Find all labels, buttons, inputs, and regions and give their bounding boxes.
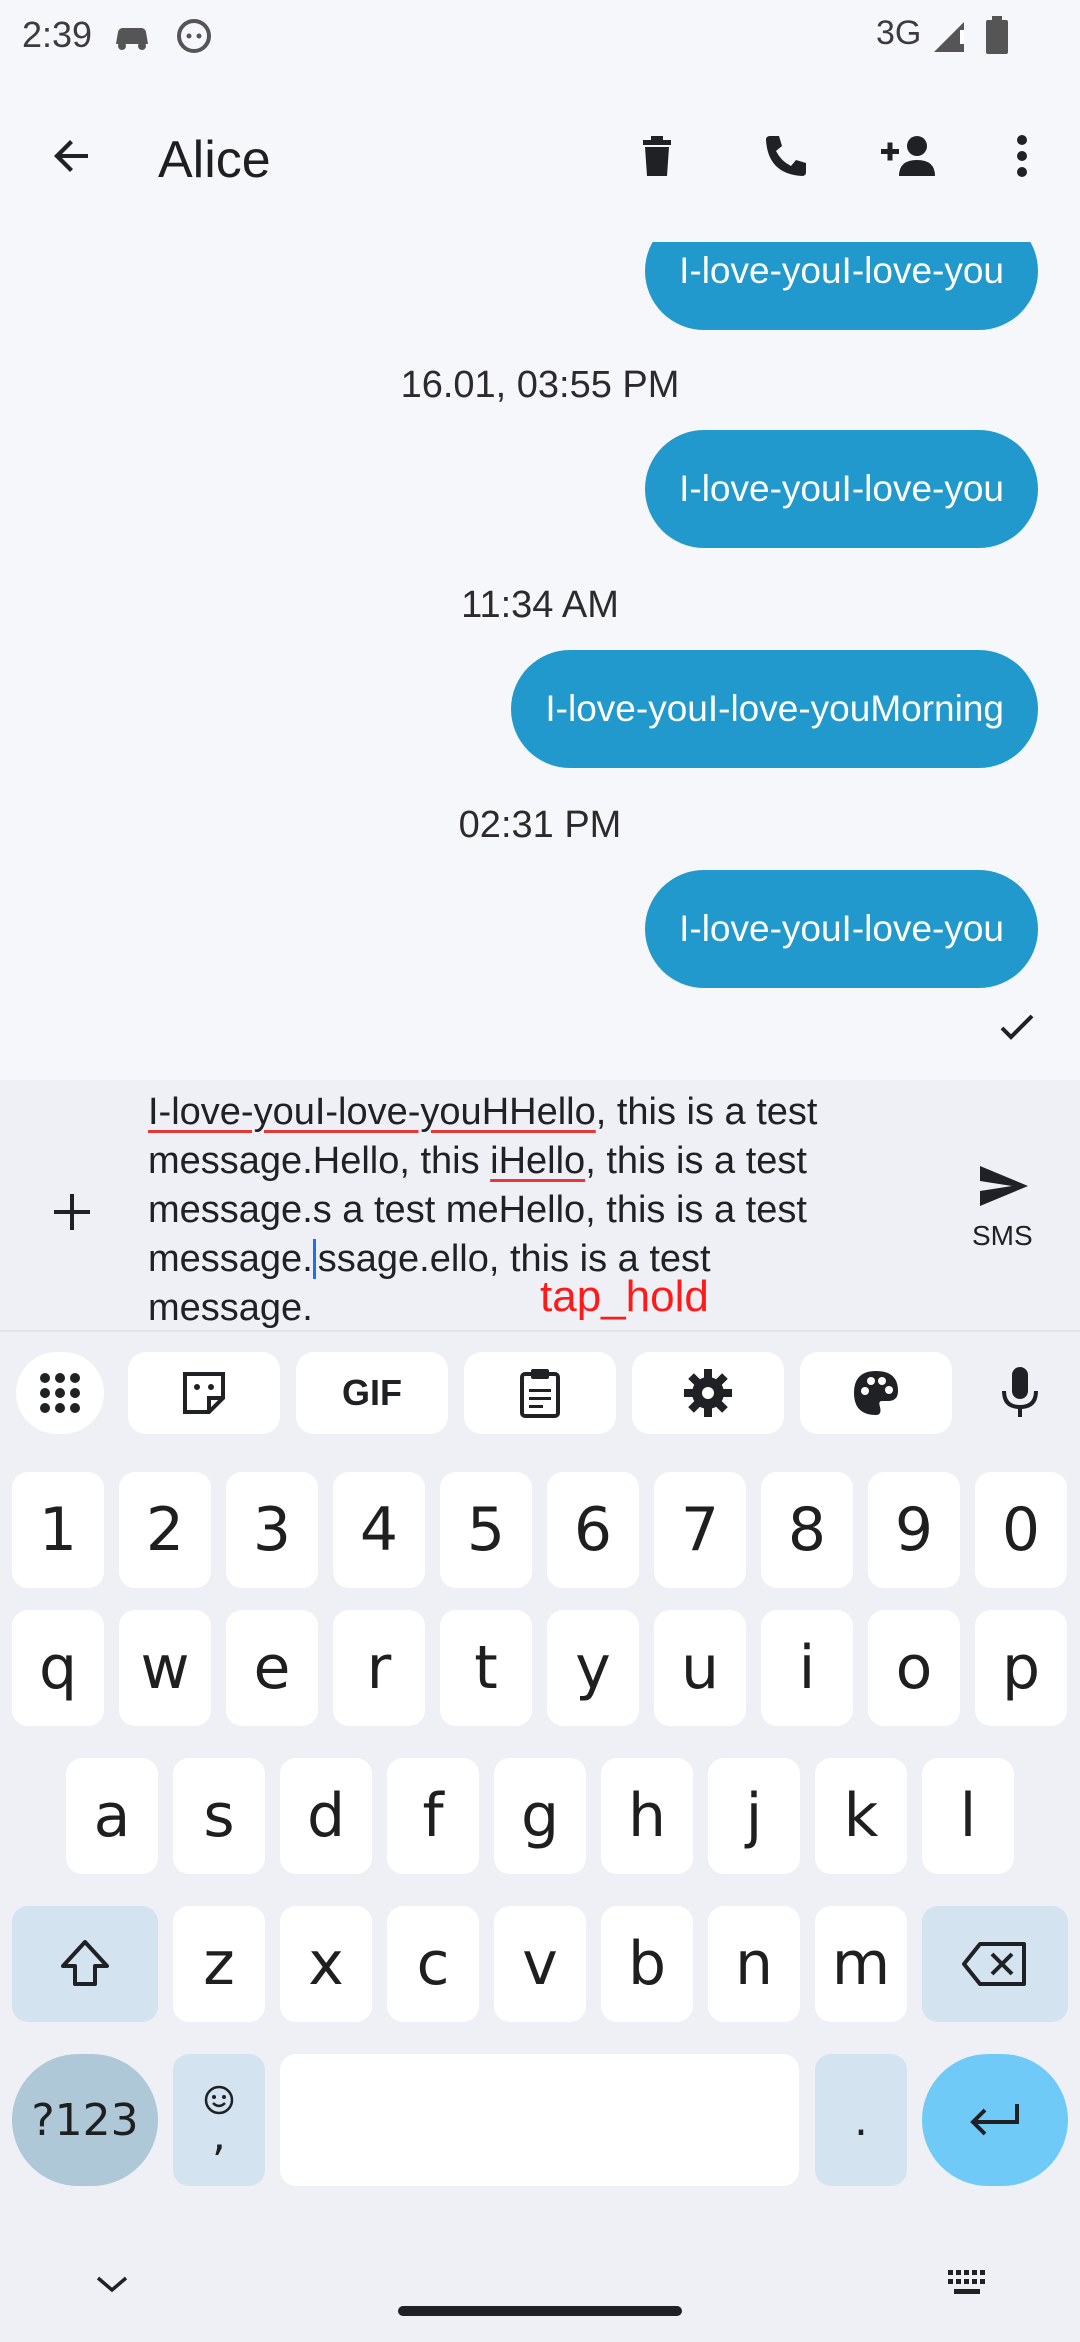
text-misspelled-1: I-love-youI-love-youHHello: [148, 1091, 596, 1133]
key-2[interactable]: 2: [119, 1472, 211, 1588]
timestamp: 02:31 PM: [458, 804, 622, 846]
palette-icon[interactable]: [800, 1352, 952, 1434]
send-icon: [980, 1166, 1028, 1206]
timestamp: 16.01, 03:55 PM: [400, 364, 680, 406]
send-sms-button[interactable]: SMS: [960, 1162, 1050, 1262]
symbols-key[interactable]: ?123: [12, 2054, 158, 2186]
shift-icon: [61, 1940, 109, 1986]
delete-icon[interactable]: [621, 120, 693, 192]
period-key[interactable]: .: [815, 2054, 907, 2186]
contact-name: Alice: [158, 131, 271, 189]
key-k[interactable]: k: [815, 1758, 907, 1874]
gif-icon[interactable]: GIF: [296, 1352, 448, 1434]
apps-grid-icon[interactable]: [16, 1352, 104, 1434]
key-w[interactable]: w: [119, 1610, 211, 1726]
key-5[interactable]: 5: [440, 1472, 532, 1588]
key-j[interactable]: j: [708, 1758, 800, 1874]
home-gesture-bar[interactable]: [398, 2306, 682, 2316]
text-misspelled-2: iHello: [490, 1140, 586, 1182]
backspace-key[interactable]: [922, 1906, 1068, 2022]
check-icon: [1000, 1014, 1034, 1040]
key-e[interactable]: e: [226, 1610, 318, 1726]
text-cursor: [312, 1239, 316, 1279]
tap-hold-label: tap_hold: [540, 1272, 709, 1321]
key-i[interactable]: i: [761, 1610, 853, 1726]
sticker-icon[interactable]: [128, 1352, 280, 1434]
message-bubble[interactable]: I-love-youI-love-youMorning: [511, 650, 1038, 768]
more-vert-icon[interactable]: [986, 120, 1058, 192]
key-z[interactable]: z: [173, 1906, 265, 2022]
attach-plus-icon[interactable]: [36, 1176, 108, 1248]
timestamp: 11:34 AM: [461, 584, 619, 626]
back-arrow-icon[interactable]: [36, 120, 108, 192]
clipboard-icon[interactable]: [464, 1352, 616, 1434]
add-contact-icon[interactable]: [875, 120, 947, 192]
status-bar: 2:39 3G: [0, 0, 1080, 72]
key-h[interactable]: h: [601, 1758, 693, 1874]
car-notification-icon: [116, 28, 148, 50]
composer: I-love-youI-love-youHHello, this is a te…: [0, 1080, 1080, 1330]
key-8[interactable]: 8: [761, 1472, 853, 1588]
key-f[interactable]: f: [387, 1758, 479, 1874]
status-time: 2:39: [22, 14, 93, 55]
key-t[interactable]: t: [440, 1610, 532, 1726]
key-6[interactable]: 6: [547, 1472, 639, 1588]
battery-icon: [986, 16, 1008, 54]
key-a[interactable]: a: [66, 1758, 158, 1874]
shift-key[interactable]: [12, 1906, 158, 2022]
space-key[interactable]: [280, 2054, 799, 2186]
key-d[interactable]: d: [280, 1758, 372, 1874]
message-bubble[interactable]: I-love-youI-love-you: [645, 870, 1038, 988]
key-x[interactable]: x: [280, 1906, 372, 2022]
top-app-bar: Alice: [0, 72, 1080, 242]
key-7[interactable]: 7: [654, 1472, 746, 1588]
key-m[interactable]: m: [815, 1906, 907, 2022]
key-c[interactable]: c: [387, 1906, 479, 2022]
hide-keyboard-chevron-icon[interactable]: [92, 2272, 132, 2296]
send-label: SMS: [972, 1220, 1033, 1251]
keyboard: GIF 1 2 3 4 5 6 7 8 9 0 q w e r t y u i …: [0, 1330, 1080, 2342]
android-notification-icon: [177, 19, 211, 53]
key-l[interactable]: l: [922, 1758, 1014, 1874]
keyboard-switch-icon[interactable]: [946, 2266, 990, 2302]
mic-icon[interactable]: [990, 1352, 1050, 1434]
key-0[interactable]: 0: [975, 1472, 1067, 1588]
enter-icon: [970, 2104, 1019, 2136]
backspace-icon: [962, 1942, 1026, 1986]
key-v[interactable]: v: [494, 1906, 586, 2022]
key-p[interactable]: p: [975, 1610, 1067, 1726]
message-bubble[interactable]: I-love-youI-love-you: [645, 430, 1038, 548]
comma-label: ,: [212, 2110, 226, 2161]
key-s[interactable]: s: [173, 1758, 265, 1874]
key-3[interactable]: 3: [226, 1472, 318, 1588]
key-o[interactable]: o: [868, 1610, 960, 1726]
key-b[interactable]: b: [601, 1906, 693, 2022]
enter-key[interactable]: [922, 2054, 1068, 2186]
message-bubble[interactable]: I-love-youI-love-you: [645, 242, 1038, 330]
key-g[interactable]: g: [494, 1758, 586, 1874]
phone-icon[interactable]: [750, 120, 822, 192]
key-u[interactable]: u: [654, 1610, 746, 1726]
emoji-comma-key[interactable]: ,: [173, 2054, 265, 2186]
key-r[interactable]: r: [333, 1610, 425, 1726]
network-type: 3G: [876, 14, 922, 52]
key-9[interactable]: 9: [868, 1472, 960, 1588]
settings-icon[interactable]: [632, 1352, 784, 1434]
message-thread[interactable]: I-love-youI-love-you 16.01, 03:55 PM I-l…: [0, 242, 1080, 1080]
key-4[interactable]: 4: [333, 1472, 425, 1588]
key-y[interactable]: y: [547, 1610, 639, 1726]
key-n[interactable]: n: [708, 1906, 800, 2022]
key-1[interactable]: 1: [12, 1472, 104, 1588]
signal-icon: [934, 22, 964, 52]
key-q[interactable]: q: [12, 1610, 104, 1726]
